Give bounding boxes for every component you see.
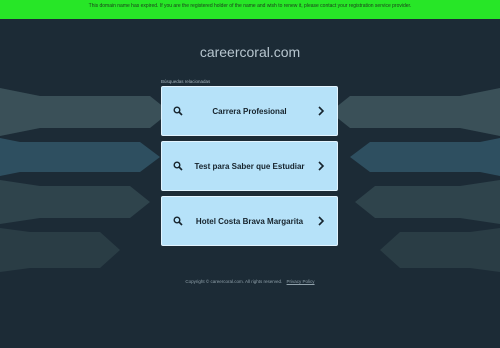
related-search-label: Test para Saber que Estudiar [194, 161, 305, 171]
chevron-right-icon [309, 216, 333, 226]
banner-text: This domain name has expired. If you are… [88, 3, 412, 9]
bg-arrow-right-3 [355, 180, 500, 224]
chevron-right-icon [309, 106, 333, 116]
footer: Copyright © careercoral.com. All rights … [0, 279, 500, 284]
related-search-card[interactable]: Carrera Profesional [161, 86, 338, 136]
search-icon [166, 106, 190, 116]
copyright-text: Copyright © careercoral.com. All rights … [185, 279, 283, 284]
related-search-label: Hotel Costa Brava Margarita [195, 216, 304, 226]
related-search-card[interactable]: Hotel Costa Brava Margarita [161, 196, 338, 246]
bg-arrow-left-1 [0, 88, 170, 136]
domain-title: careercoral.com [199, 44, 301, 60]
bg-arrow-left-3 [0, 180, 150, 224]
bg-arrow-right-1 [330, 88, 500, 136]
privacy-policy-link[interactable]: Privacy Policy [287, 279, 315, 284]
chevron-right-icon [309, 161, 333, 171]
related-searches-label: Búsquedas relacionadas [161, 79, 211, 84]
bg-arrow-left-2 [0, 138, 160, 176]
bg-arrow-right-2 [350, 138, 500, 176]
search-icon [166, 216, 190, 226]
related-search-card[interactable]: Test para Saber que Estudiar [161, 141, 338, 191]
bg-arrow-left-4 [0, 228, 120, 272]
related-search-label: Carrera Profesional [212, 106, 287, 116]
expired-domain-banner: This domain name has expired. If you are… [0, 0, 500, 19]
search-icon [166, 161, 190, 171]
bg-arrow-right-4 [380, 228, 500, 272]
